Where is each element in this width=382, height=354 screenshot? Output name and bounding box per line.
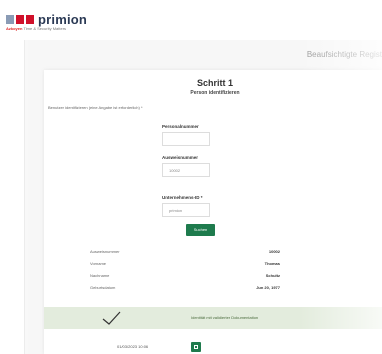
ausweisnummer-input[interactable]: 10002: [162, 163, 210, 177]
checkmark-icon: [102, 311, 121, 325]
step-subtitle: Person identifizieren: [190, 90, 240, 96]
result-value: Jun 20, 1977: [256, 285, 280, 290]
footer-bar: [44, 340, 382, 354]
page-title: Beaufsichtigte Regist: [306, 50, 382, 59]
unternehmen-input[interactable]: primion: [162, 203, 210, 217]
logo-tagline: Azkoyen Time & Security Matters: [6, 26, 66, 31]
personalnummer-input[interactable]: [162, 132, 210, 146]
result-row: Ausweisnummer 10002: [90, 249, 280, 258]
app-header: primion Azkoyen Time & Security Matters: [0, 0, 382, 40]
result-key: Vorname: [90, 261, 107, 266]
result-key: Geburtsdatum: [90, 285, 116, 290]
logo-text: primion: [38, 12, 88, 27]
result-value: 10002: [268, 249, 280, 254]
result-key: Nachname: [90, 273, 110, 278]
result-value: Schultz: [265, 273, 280, 278]
logo-square-icon: [16, 15, 24, 24]
personalnummer-label: Personalnummer: [162, 124, 199, 129]
step-title: Schritt 1: [196, 78, 233, 88]
result-row: Vorname Thomas: [90, 261, 280, 270]
form-hint: Benutzer identifizieren (eine Angabe ist…: [48, 105, 143, 110]
result-row: Geburtsdatum Jun 20, 1977: [90, 285, 280, 294]
logo-square-icon: [26, 15, 34, 24]
calendar-icon[interactable]: [191, 342, 201, 352]
search-button[interactable]: Suchen: [186, 224, 215, 236]
result-key: Ausweisnummer: [90, 249, 120, 254]
status-text: Identität mit validierter Dokumentation: [191, 315, 259, 320]
logo-square-icon: [6, 15, 14, 24]
tagline-brand: Azkoyen: [6, 26, 23, 31]
primion-logo: primion: [6, 12, 87, 27]
result-value: Thomas: [264, 261, 280, 266]
date-field[interactable]: 01/03/2023 10:06: [117, 344, 148, 349]
unternehmen-label: Unternehmens-ID *: [162, 195, 203, 200]
tagline-rest: Time & Security Matters: [23, 26, 67, 31]
ausweisnummer-label: Ausweisnummer: [162, 155, 199, 160]
result-row: Nachname Schultz: [90, 273, 280, 282]
